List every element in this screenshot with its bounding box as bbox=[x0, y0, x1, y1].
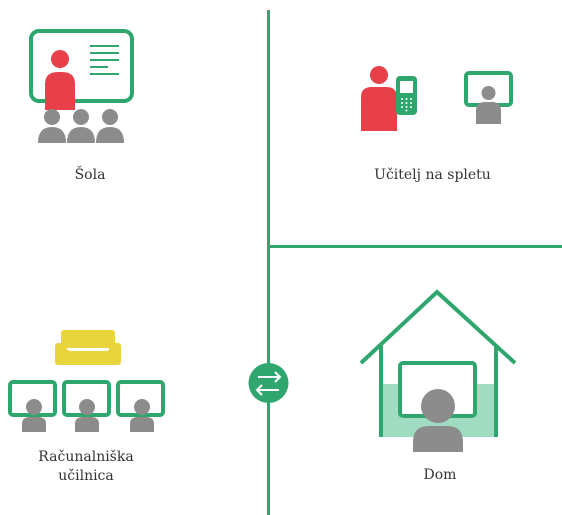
school-icon bbox=[29, 29, 134, 143]
label-ucitelj-na-spletu: Učitelj na spletu bbox=[374, 167, 491, 183]
label-racunalniska-ucilnica: Računalniška učilnica bbox=[20, 448, 152, 486]
label-racunalniska-line1: Računalniška bbox=[38, 449, 134, 465]
label-racunalniska-line2: učilnica bbox=[58, 468, 114, 484]
diagram-canvas bbox=[8, 10, 562, 515]
label-sola: Šola bbox=[74, 167, 106, 183]
home-icon bbox=[359, 289, 517, 452]
label-dom: Dom bbox=[423, 467, 457, 483]
swap-arrows-icon bbox=[248, 363, 289, 403]
computer-lab-icon bbox=[8, 330, 165, 432]
online-teacher-icon bbox=[361, 66, 513, 131]
